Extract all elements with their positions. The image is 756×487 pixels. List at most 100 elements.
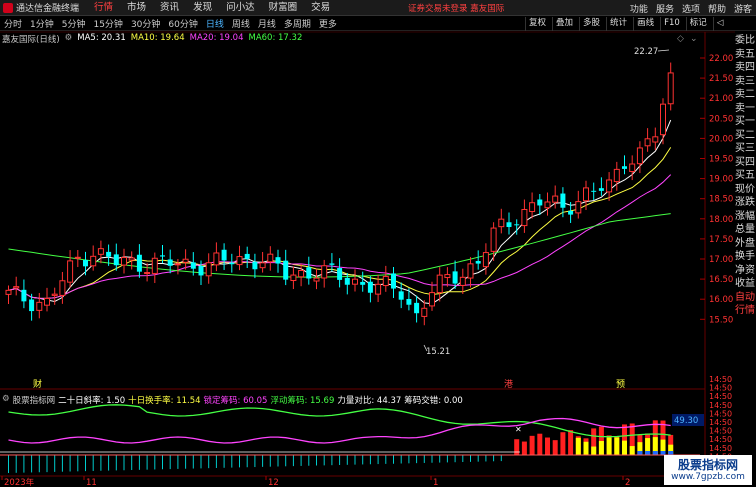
candle-body-down [244, 253, 250, 259]
candle-body-up [151, 257, 158, 274]
candle-body-up [267, 253, 274, 263]
candle-body-down [113, 254, 119, 266]
candle-body-down [622, 166, 627, 169]
side-panel-item-2[interactable]: 卖四 [735, 61, 756, 75]
candle-body-up [421, 307, 428, 317]
candle-body-down [136, 254, 142, 272]
side-panel-item-1[interactable]: 卖五 [735, 48, 756, 62]
candle-body-up [13, 286, 20, 289]
chart-collapse-icon[interactable]: ⌄ [690, 34, 698, 44]
indicator-bar-yellow [583, 441, 589, 455]
candle-body-up [59, 280, 66, 296]
candle-body-up [467, 263, 474, 279]
candle-body-down [506, 222, 512, 228]
candle-body-up [636, 147, 643, 165]
candle-body-up [51, 293, 58, 296]
side-panel-item-12[interactable]: 涨跌 [735, 196, 756, 210]
site-watermark: 股票指标网 www.7gpzb.com [664, 455, 752, 485]
side-panel-item-13[interactable]: 涨幅 [735, 210, 756, 224]
side-panel-item-19[interactable]: 自动 [735, 291, 756, 305]
candle-body-down [568, 210, 574, 215]
cross-marker-icon: ✕ [515, 425, 522, 434]
candle-body-down [398, 291, 404, 300]
price-tick-label: 17.50 [709, 235, 733, 245]
candle-body-down [514, 224, 520, 226]
date-tick-label: 1 [433, 478, 438, 487]
indicator-bar-up [545, 437, 550, 455]
hk-connect-marker[interactable]: 港 [504, 378, 513, 390]
indicator-settings-icon[interactable]: ⚙ [2, 394, 10, 405]
candle-body-up [667, 72, 674, 105]
indicator-bar-blue [652, 451, 658, 455]
title-menu-item-4[interactable]: 游客 [734, 2, 752, 15]
candle-body-up [67, 260, 74, 283]
indicator-name[interactable]: 股票指标网 [13, 394, 56, 406]
candle-body-up [97, 248, 104, 255]
price-grid [1, 57, 705, 480]
chart-option-icon[interactable]: ◇ [677, 34, 684, 44]
forecast-marker[interactable]: 预 [616, 379, 625, 390]
price-tick-label: 21.50 [709, 74, 733, 84]
candle-body-up [629, 163, 636, 172]
candle-body-up [521, 209, 528, 227]
indicator-value-2: 锁定筹码: 60.05 [203, 396, 268, 406]
candle-body-up [259, 262, 266, 269]
indicator-bar-up [537, 433, 543, 455]
candle-body-up [290, 274, 297, 282]
side-panel-item-4[interactable]: 卖二 [735, 88, 756, 102]
candle-body-up [429, 292, 435, 307]
candle-body-up [498, 218, 505, 228]
indicator-bar-yellow [598, 440, 604, 455]
side-panel-item-5[interactable]: 卖一 [735, 102, 756, 116]
side-panel-item-0[interactable]: 委比 [735, 34, 756, 48]
candle-body-up [583, 187, 589, 202]
candle-body-up [90, 255, 97, 267]
side-panel-item-3[interactable]: 卖三 [735, 75, 756, 89]
side-panel-item-10[interactable]: 买五 [735, 169, 756, 183]
candle-body-down [414, 302, 420, 314]
indicator-bar-blue [645, 451, 651, 455]
side-panel-item-16[interactable]: 换手 [735, 250, 756, 264]
candle-body-up [5, 289, 12, 295]
candle-body-up [382, 275, 389, 287]
candle-body-up [121, 257, 127, 266]
side-panel-item-15[interactable]: 外盘 [735, 237, 756, 251]
candle-body-down [306, 267, 312, 279]
candle-body-down [344, 277, 350, 285]
candle-body-up [490, 227, 497, 252]
candle-body-up [444, 274, 451, 279]
candle-body-down [29, 299, 35, 312]
finance-marker[interactable]: 财 [33, 378, 42, 390]
price-tick-label: 20.00 [709, 134, 733, 144]
kline-chart[interactable]: 22.00 21.50 21.00 20.50 20.00 19.50 19.00 18.50… [0, 0, 735, 487]
candle-body-up [352, 278, 358, 285]
side-panel-item-9[interactable]: 买四 [735, 156, 756, 170]
candle-body-down [198, 266, 204, 276]
price-tick-label: 15.50 [709, 315, 733, 325]
candle-body-down [337, 268, 343, 280]
side-panel-item-8[interactable]: 买三 [735, 142, 756, 156]
indicator-bar-yellow [575, 437, 581, 455]
candle-body-down [229, 262, 235, 265]
indicator-axis-value: 49.30 [674, 416, 698, 426]
candle-body-down [252, 261, 258, 270]
indicator-bar-yellow [622, 440, 627, 455]
side-panel-item-11[interactable]: 现价 [735, 183, 756, 197]
side-panel-item-17[interactable]: 净资 [735, 264, 756, 278]
candle-body-up [44, 297, 50, 306]
candle-body-up [236, 256, 243, 266]
side-panel-item-20[interactable]: 行情 [735, 304, 756, 318]
side-panel-item-7[interactable]: 买二 [735, 129, 756, 143]
candle-body-up [652, 136, 659, 143]
price-tick-label: 17.00 [709, 255, 733, 265]
candle-body-down [329, 263, 335, 265]
side-panel-item-18[interactable]: 收益 [735, 277, 756, 291]
indicator-header: ⚙ 股票指标网 二十日斜率: 1.50 十日换手率: 11.54 锁定筹码: 60.… [2, 394, 463, 406]
side-panel-item-6[interactable]: 买一 [735, 115, 756, 129]
candle-body-down [475, 261, 481, 264]
candle-body-up [459, 276, 466, 286]
candle-body-up [74, 256, 81, 259]
high-price-label: 22.27 [634, 47, 658, 57]
side-panel-item-14[interactable]: 总量 [735, 223, 756, 237]
watermark-url: www.7gpzb.com [671, 471, 745, 482]
